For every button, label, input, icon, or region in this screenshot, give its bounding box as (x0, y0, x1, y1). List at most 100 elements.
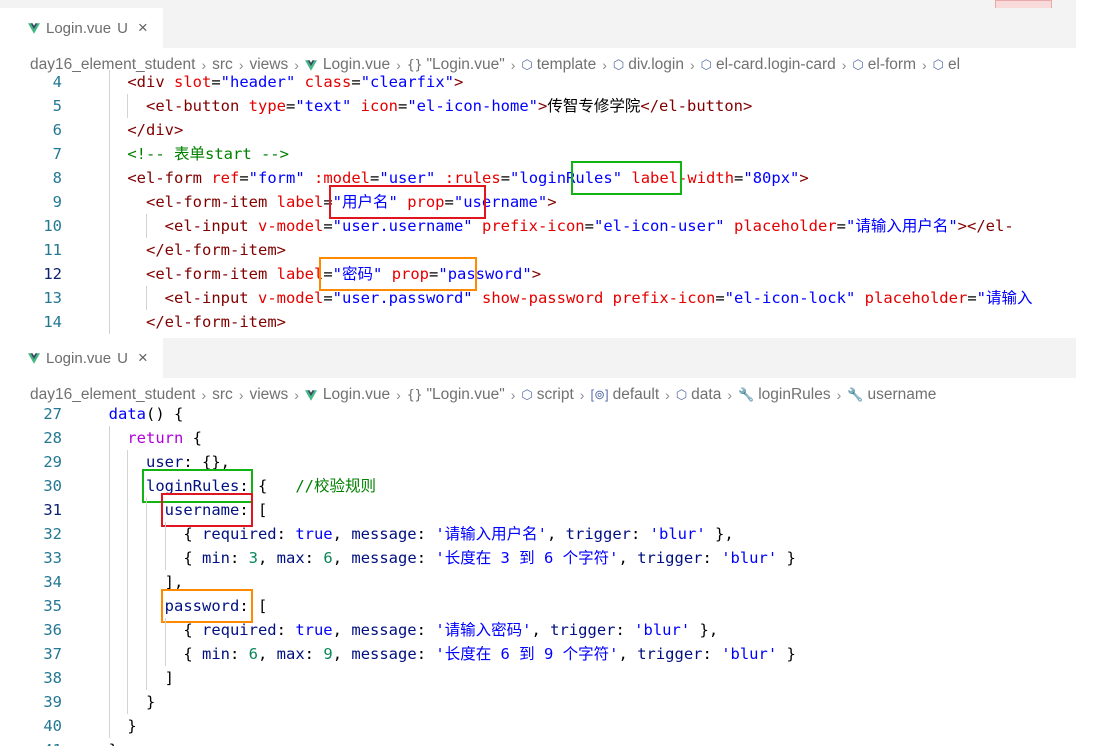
indent-guide (108, 426, 110, 738)
code-token: "text" (295, 97, 352, 115)
code-token: '长度在 3 到 6 个字符' (435, 549, 619, 567)
code-line[interactable]: 38 ] (8, 666, 1076, 690)
code-token: "请输入用户名" (845, 217, 958, 235)
code-token: "clearfix" (360, 73, 455, 91)
code-token: : (304, 549, 324, 567)
code-line[interactable]: 41 }, (8, 738, 1076, 746)
code-token: }, (705, 525, 734, 543)
code-line[interactable]: 14 </el-form-item> (8, 310, 1076, 334)
code-line[interactable]: 28 return { (8, 426, 1076, 450)
code-token: > (799, 169, 809, 187)
code-token: v-model (257, 289, 324, 307)
code-text: <div slot="header" class="clearfix"> (90, 70, 463, 94)
code-line[interactable]: 5 <el-button type="text" icon="el-icon-h… (8, 94, 1076, 118)
code-token: trigger (550, 621, 616, 639)
code-token: 3 (248, 549, 258, 567)
line-number: 32 (43, 525, 62, 543)
code-line[interactable]: 12 <el-form-item label="密码" prop="passwo… (8, 262, 1076, 286)
line-number: 5 (52, 97, 62, 115)
line-number: 6 (52, 121, 62, 139)
code-token: : (416, 525, 436, 543)
code-token: type (248, 97, 286, 115)
code-line[interactable]: 9 <el-form-item label="用户名" prop="userna… (8, 190, 1076, 214)
indent-guide (164, 522, 166, 570)
vue-icon (28, 352, 40, 364)
code-text: </el-form-item> (90, 310, 286, 334)
code-token: , (332, 621, 352, 639)
line-number: 7 (52, 145, 62, 163)
tab-login-vue[interactable]: Login.vue U × (8, 8, 163, 48)
code-line[interactable]: 33 { min: 3, max: 6, message: '长度在 3 到 6… (8, 546, 1076, 570)
code-text: } (90, 690, 155, 714)
code-token: icon (360, 97, 398, 115)
chevron-right-icon: › (201, 387, 207, 403)
chevron-right-icon: › (294, 387, 299, 403)
code-line[interactable]: 27 data() { (8, 402, 1076, 426)
chevron-right-icon: › (579, 387, 585, 403)
code-token: "user.username" (332, 217, 473, 235)
code-line[interactable]: 7 <!-- 表单start --> (8, 142, 1076, 166)
code-token: "header" (220, 73, 296, 91)
code-token: "el-icon-user" (593, 217, 725, 235)
code-text: return { (90, 426, 202, 450)
code-line[interactable]: 6 </div> (8, 118, 1076, 142)
indent-guide (108, 70, 110, 334)
line-number: 37 (43, 645, 62, 663)
code-line[interactable]: 39 } (8, 690, 1076, 714)
code-token: prefix-icon (612, 289, 716, 307)
code-token: } (777, 645, 796, 663)
code-text: <el-input v-model="user.password" show-p… (90, 286, 1033, 310)
line-number: 35 (43, 597, 62, 615)
code-token: = (351, 73, 361, 91)
code-token: "80px" (743, 169, 800, 187)
code-line[interactable]: 11 </el-form-item> (8, 238, 1076, 262)
code-token: </el-form-item> (146, 313, 286, 331)
code-text: { min: 6, max: 9, message: '长度在 6 到 9 个字… (90, 642, 796, 666)
code-token: show-password (481, 289, 604, 307)
code-text: <!-- 表单start --> (90, 142, 289, 166)
tab-login-vue[interactable]: Login.vue U × (8, 338, 163, 378)
highlight-box-loginrules (571, 161, 682, 195)
line-number: 38 (43, 669, 62, 687)
code-token: label (276, 265, 324, 283)
tab-bar: Login.vue U × (8, 8, 1076, 48)
code-token: : (276, 621, 296, 639)
wrench-icon: 🔧 (738, 387, 755, 402)
line-number: 8 (52, 169, 62, 187)
code-token: : (416, 549, 436, 567)
code-text: <el-form-item label="用户名" prop="username… (90, 190, 557, 214)
code-token: 6 (323, 549, 333, 567)
code-token: > (547, 193, 557, 211)
code-token: : (615, 621, 635, 639)
code-token: : (229, 549, 249, 567)
code-line[interactable]: 37 { min: 6, max: 9, message: '长度在 6 到 9… (8, 642, 1076, 666)
code-token: true (295, 621, 333, 639)
code-line[interactable]: 4 <div slot="header" class="clearfix"> (8, 70, 1076, 94)
line-number: 14 (43, 313, 62, 331)
code-token: <el-input (164, 217, 258, 235)
code-text: { min: 3, max: 6, message: '长度在 3 到 6 个字… (90, 546, 796, 570)
code-line[interactable]: 8 <el-form ref="form" :model="user" :rul… (8, 166, 1076, 190)
indent-guide (145, 286, 147, 310)
code-line[interactable]: 10 <el-input v-model="user.username" pre… (8, 214, 1076, 238)
code-token: "user.password" (332, 289, 473, 307)
code-line[interactable]: 40 } (8, 714, 1076, 738)
code-token: 'blur' (649, 525, 706, 543)
line-number: 10 (43, 217, 62, 235)
code-token: slot (174, 73, 212, 91)
code-token: "el-icon-lock" (724, 289, 856, 307)
indent-guide (127, 94, 129, 118)
indent-guide (127, 450, 129, 714)
close-icon[interactable]: × (138, 18, 148, 38)
line-number: 31 (43, 501, 62, 519)
chevron-right-icon: › (238, 387, 244, 403)
close-icon[interactable]: × (138, 348, 148, 368)
code-token: : (416, 621, 436, 639)
code-token: = (398, 97, 408, 115)
code-line[interactable]: 13 <el-input v-model="user.password" sho… (8, 286, 1076, 310)
code-token: data (108, 405, 146, 423)
